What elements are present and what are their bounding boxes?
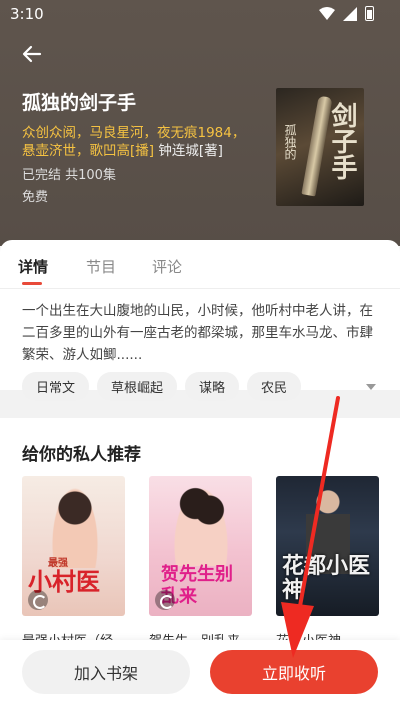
recommend-card[interactable]: 花都小医神 花都小医神 (276, 476, 379, 649)
recommend-cover[interactable]: 贺先生别乱来 (149, 476, 252, 616)
completion-status: 已完结 共100集 (22, 168, 116, 183)
back-arrow-icon[interactable] (20, 42, 44, 66)
bottom-action-bar: 加入书架 立即收听 (0, 640, 400, 711)
signal-icon (343, 6, 357, 21)
tab-details[interactable]: 详情 (18, 256, 48, 277)
add-to-shelf-button[interactable]: 加入书架 (22, 650, 190, 694)
battery-icon (365, 6, 374, 21)
book-header: 3:10 孤独的剑子手 众创众阅，马良星河，夜无痕1984，悬壶济世，歌凹高[播… (0, 0, 400, 246)
recommend-card[interactable]: 贺先生别乱来 贺先生，别乱来 (149, 476, 252, 649)
audio-play-icon[interactable] (28, 590, 48, 610)
detail-panel: 详情 节目 评论 一个出生在大山腹地的山民，小时候，他听村中老人讲，在二百多里的… (0, 240, 400, 401)
book-credits: 众创众阅，马良星河，夜无痕1984，悬壶济世，歌凹高[播] 钟连城[著] (22, 124, 254, 160)
tab-episodes[interactable]: 节目 (86, 256, 116, 277)
expand-tags-chevron-icon[interactable] (366, 384, 376, 390)
tag-chip[interactable]: 草根崛起 (97, 372, 178, 401)
recommend-cover[interactable]: 最强 小村医 (22, 476, 125, 616)
tag-chip[interactable]: 谋略 (185, 372, 240, 401)
status-icons (319, 6, 374, 21)
recommend-title: 给你的私人推荐 (22, 445, 141, 465)
tag-chip[interactable]: 农民 (247, 372, 302, 401)
recommend-card[interactable]: 最强 小村医 最强小村医（经 (22, 476, 125, 649)
cover-subtitle: 孤独的 (283, 124, 297, 160)
cover-title: 剑子手 (327, 102, 357, 180)
book-cover: 剑子手 孤独的 (276, 88, 364, 206)
status-time: 3:10 (10, 5, 44, 23)
cover-title: 花都小医神 (282, 553, 371, 603)
tag-list: 日常文 草根崛起 谋略 农民 (22, 372, 302, 401)
tab-divider (0, 288, 400, 289)
active-tab-indicator (22, 282, 42, 285)
recommend-cover[interactable]: 花都小医神 (276, 476, 379, 616)
book-title: 孤独的剑子手 (22, 92, 137, 114)
tag-chip[interactable]: 日常文 (22, 372, 90, 401)
status-bar: 3:10 (0, 0, 400, 30)
audio-play-icon[interactable] (155, 590, 175, 610)
price-label: 免费 (22, 190, 49, 205)
listen-now-button[interactable]: 立即收听 (210, 650, 378, 694)
recommend-list: 最强 小村医 最强小村医（经 贺先生别乱来 贺先生，别乱来 花都小医神 花都小医… (22, 476, 379, 649)
synopsis-text: 一个出生在大山腹地的山民，小时候，他听村中老人讲，在二百多里的山外有一座古老的都… (22, 303, 373, 363)
author-name[interactable]: 钟连城[著] (158, 143, 223, 159)
wifi-icon (319, 6, 335, 20)
cover-illustration (173, 486, 229, 566)
tab-comments[interactable]: 评论 (152, 256, 182, 277)
tab-bar: 详情 节目 评论 (0, 240, 400, 285)
